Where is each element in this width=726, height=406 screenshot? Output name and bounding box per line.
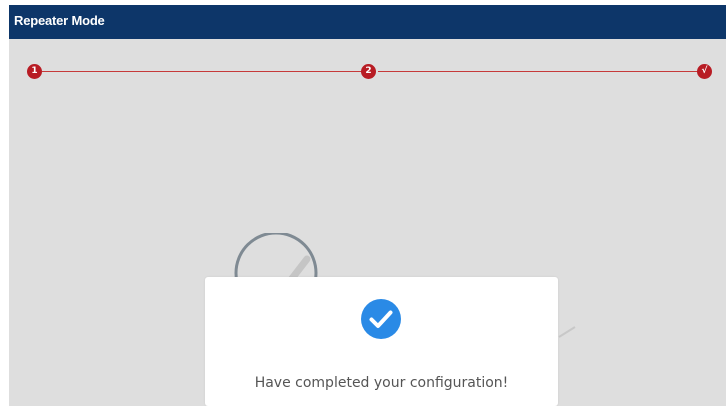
step-complete-marker: √ <box>697 64 712 79</box>
completion-dialog: Have completed your configuration! <box>205 277 558 406</box>
completion-message: Have completed your configuration! <box>254 375 509 391</box>
step-2-marker: 2 <box>361 64 376 79</box>
page-title: Repeater Mode <box>14 13 105 28</box>
wizard-panel: Repeater Mode 1 2 √ Have completed your … <box>9 5 726 406</box>
step-1-marker: 1 <box>27 64 42 79</box>
title-bar: Repeater Mode <box>9 5 726 39</box>
check-circle-icon <box>361 299 401 339</box>
step-connector-1 <box>42 71 362 72</box>
step-connector-2 <box>378 71 699 72</box>
